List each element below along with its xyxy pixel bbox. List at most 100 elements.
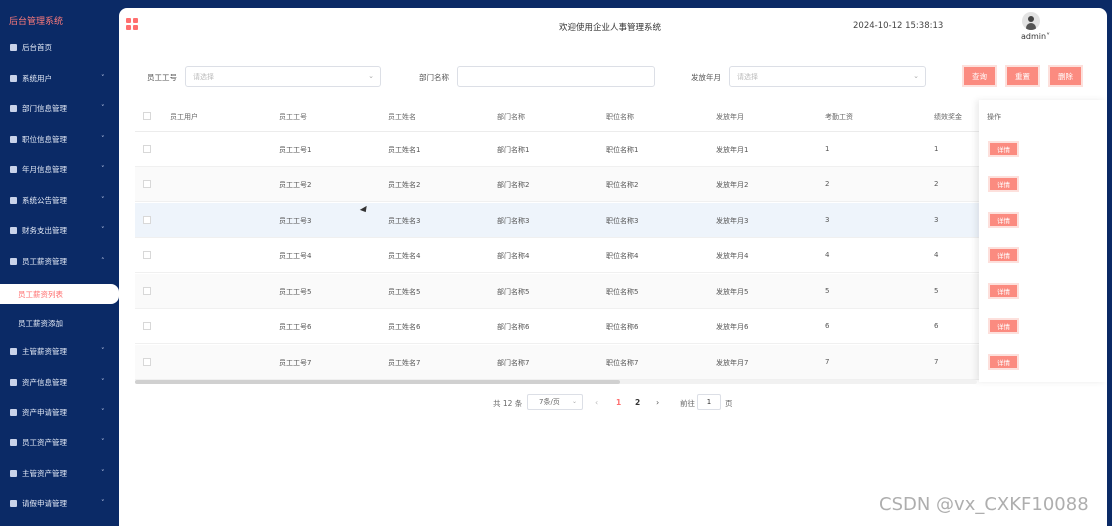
table-row[interactable]: 员工工号5 员工姓名5 部门名称5 职位名称5 发放年月5 5 5 (135, 274, 979, 309)
sidebar-item-manager-salary[interactable]: 主管薪资管理 ˅ (0, 336, 119, 366)
sidebar-item-home[interactable]: 后台首页 (0, 32, 119, 62)
cell-attendance: 4 (825, 251, 830, 259)
row-checkbox[interactable] (143, 145, 151, 153)
cell-position: 职位名称3 (606, 217, 639, 225)
cell-name: 员工姓名6 (388, 323, 421, 331)
table-row[interactable]: 员工工号7 员工姓名7 部门名称7 职位名称7 发放年月7 7 7 (135, 345, 979, 380)
goto-page-input[interactable]: 1 (697, 394, 721, 410)
document-icon (10, 104, 17, 112)
query-button[interactable]: 查询 (962, 65, 997, 87)
sidebar-item-salary[interactable]: 员工薪资管理 ˄ (0, 246, 119, 276)
row-checkbox[interactable] (143, 287, 151, 295)
cell-position: 职位名称5 (606, 288, 639, 296)
table-row[interactable]: 员工工号2 员工姓名2 部门名称2 职位名称2 发放年月2 2 2 (135, 167, 979, 202)
document-icon (10, 347, 17, 355)
sidebar-item-notice[interactable]: 系统公告管理 ˅ (0, 185, 119, 215)
sidebar-subitem-salary-add[interactable]: 员工薪资添加 (0, 313, 119, 333)
select-all-checkbox[interactable] (143, 112, 151, 120)
sidebar-item-label: 请假申请管理 (22, 498, 67, 508)
detail-button[interactable]: 详情 (988, 212, 1019, 228)
document-icon (10, 135, 17, 143)
sidebar-item-month[interactable]: 年月信息管理 ˅ (0, 154, 119, 184)
cell-bonus: 6 (934, 322, 939, 330)
horizontal-scrollbar[interactable] (135, 380, 977, 384)
page-2[interactable]: 2 (635, 398, 640, 407)
menu-toggle-icon[interactable] (126, 18, 138, 30)
month-placeholder: 请选择 (737, 72, 758, 81)
cell-position: 职位名称4 (606, 252, 639, 260)
dept-input[interactable] (457, 66, 655, 87)
chevron-down-icon: ˅ (101, 347, 105, 355)
reset-button[interactable]: 重置 (1005, 65, 1040, 87)
detail-button[interactable]: 详情 (988, 247, 1019, 263)
user-menu[interactable]: admin˅ (1021, 32, 1050, 41)
cell-dept: 部门名称4 (497, 252, 530, 260)
chevron-up-icon: ˄ (101, 257, 105, 265)
emp-id-select[interactable]: 请选择 ⌄ (185, 66, 381, 87)
cell-month: 发放年月1 (716, 146, 749, 154)
col-actions: 操作 (987, 113, 1001, 121)
page-1[interactable]: 1 (616, 398, 621, 407)
table-header: 员工用户 员工工号 员工姓名 部门名称 职位名称 发放年月 考勤工资 绩效奖金 (135, 100, 979, 132)
sidebar-item-expense[interactable]: 财务支出管理 ˅ (0, 215, 119, 245)
month-select[interactable]: 请选择 ⌄ (729, 66, 926, 87)
chevron-down-icon: ˅ (101, 499, 105, 507)
home-icon (10, 43, 17, 51)
sidebar-subitem-salary-list[interactable]: 员工薪资列表 (0, 284, 119, 304)
sidebar-item-manager-asset[interactable]: 主管资产管理 ˅ (0, 458, 119, 488)
detail-button[interactable]: 详情 (988, 176, 1019, 192)
row-checkbox[interactable] (143, 216, 151, 224)
cell-attendance: 5 (825, 287, 830, 295)
next-page-button[interactable]: › (656, 398, 659, 407)
sidebar-item-label: 年月信息管理 (22, 164, 67, 174)
table-row[interactable]: 员工工号4 员工姓名4 部门名称4 职位名称4 发放年月4 4 4 (135, 238, 979, 273)
detail-button[interactable]: 详情 (988, 283, 1019, 299)
row-checkbox[interactable] (143, 180, 151, 188)
datetime: 2024-10-12 15:38:13 (853, 21, 944, 31)
cell-attendance: 7 (825, 358, 830, 366)
table-row[interactable]: 员工工号3 员工姓名3 部门名称3 职位名称3 发放年月3 3 3 (135, 203, 979, 238)
main-panel: 欢迎使用企业人事管理系统 2024-10-12 15:38:13 admin˅ … (119, 8, 1107, 526)
cell-attendance: 2 (825, 180, 830, 188)
table-row[interactable]: 员工工号6 员工姓名6 部门名称6 职位名称6 发放年月6 6 6 (135, 309, 979, 344)
sidebar-item-label: 员工薪资管理 (22, 256, 67, 266)
cell-bonus: 3 (934, 216, 939, 224)
sidebar-subitem-label: 员工薪资添加 (18, 318, 63, 328)
prev-page-button[interactable]: ‹ (595, 398, 598, 407)
row-checkbox[interactable] (143, 358, 151, 366)
sidebar-item-emp-asset[interactable]: 员工资产管理 ˅ (0, 427, 119, 457)
cell-month: 发放年月6 (716, 323, 749, 331)
sidebar-item-label: 财务支出管理 (22, 225, 67, 235)
cell-emp-id: 员工工号7 (279, 359, 312, 367)
avatar[interactable] (1022, 12, 1040, 30)
row-checkbox[interactable] (143, 322, 151, 330)
scrollbar-thumb[interactable] (135, 380, 620, 384)
page-suffix: 页 (725, 399, 733, 408)
page-size-value: 7条/页 (539, 398, 560, 406)
sidebar-item-dept[interactable]: 部门信息管理 ˅ (0, 93, 119, 123)
table-row[interactable]: 员工工号1 员工姓名1 部门名称1 职位名称1 发放年月1 1 1 (135, 132, 979, 167)
cell-month: 发放年月7 (716, 359, 749, 367)
sidebar-item-leave[interactable]: 请假申请管理 ˅ (0, 488, 119, 518)
page-size-select[interactable]: 7条/页 ⌄ (527, 394, 583, 410)
sidebar-item-label: 后台首页 (22, 42, 52, 52)
sidebar-item-asset-apply[interactable]: 资产申请管理 ˅ (0, 397, 119, 427)
month-label: 发放年月 (691, 73, 721, 82)
detail-button[interactable]: 详情 (988, 318, 1019, 334)
row-checkbox[interactable] (143, 251, 151, 259)
detail-button[interactable]: 详情 (988, 141, 1019, 157)
sidebar-item-position[interactable]: 职位信息管理 ˅ (0, 124, 119, 154)
cell-bonus: 5 (934, 287, 939, 295)
col-name: 员工姓名 (388, 113, 416, 121)
cell-position: 职位名称2 (606, 181, 639, 189)
document-icon (10, 165, 17, 173)
delete-button[interactable]: 删除 (1048, 65, 1083, 87)
document-icon (10, 226, 17, 234)
col-attendance: 考勤工资 (825, 113, 853, 121)
sidebar-item-asset-info[interactable]: 资产信息管理 ˅ (0, 367, 119, 397)
chevron-down-icon: ˅ (101, 226, 105, 234)
sidebar-item-system-users[interactable]: 系统用户 ˅ (0, 63, 119, 93)
col-bonus: 绩效奖金 (934, 113, 962, 121)
detail-button[interactable]: 详情 (988, 354, 1019, 370)
sidebar-subitem-label: 员工薪资列表 (18, 289, 63, 299)
